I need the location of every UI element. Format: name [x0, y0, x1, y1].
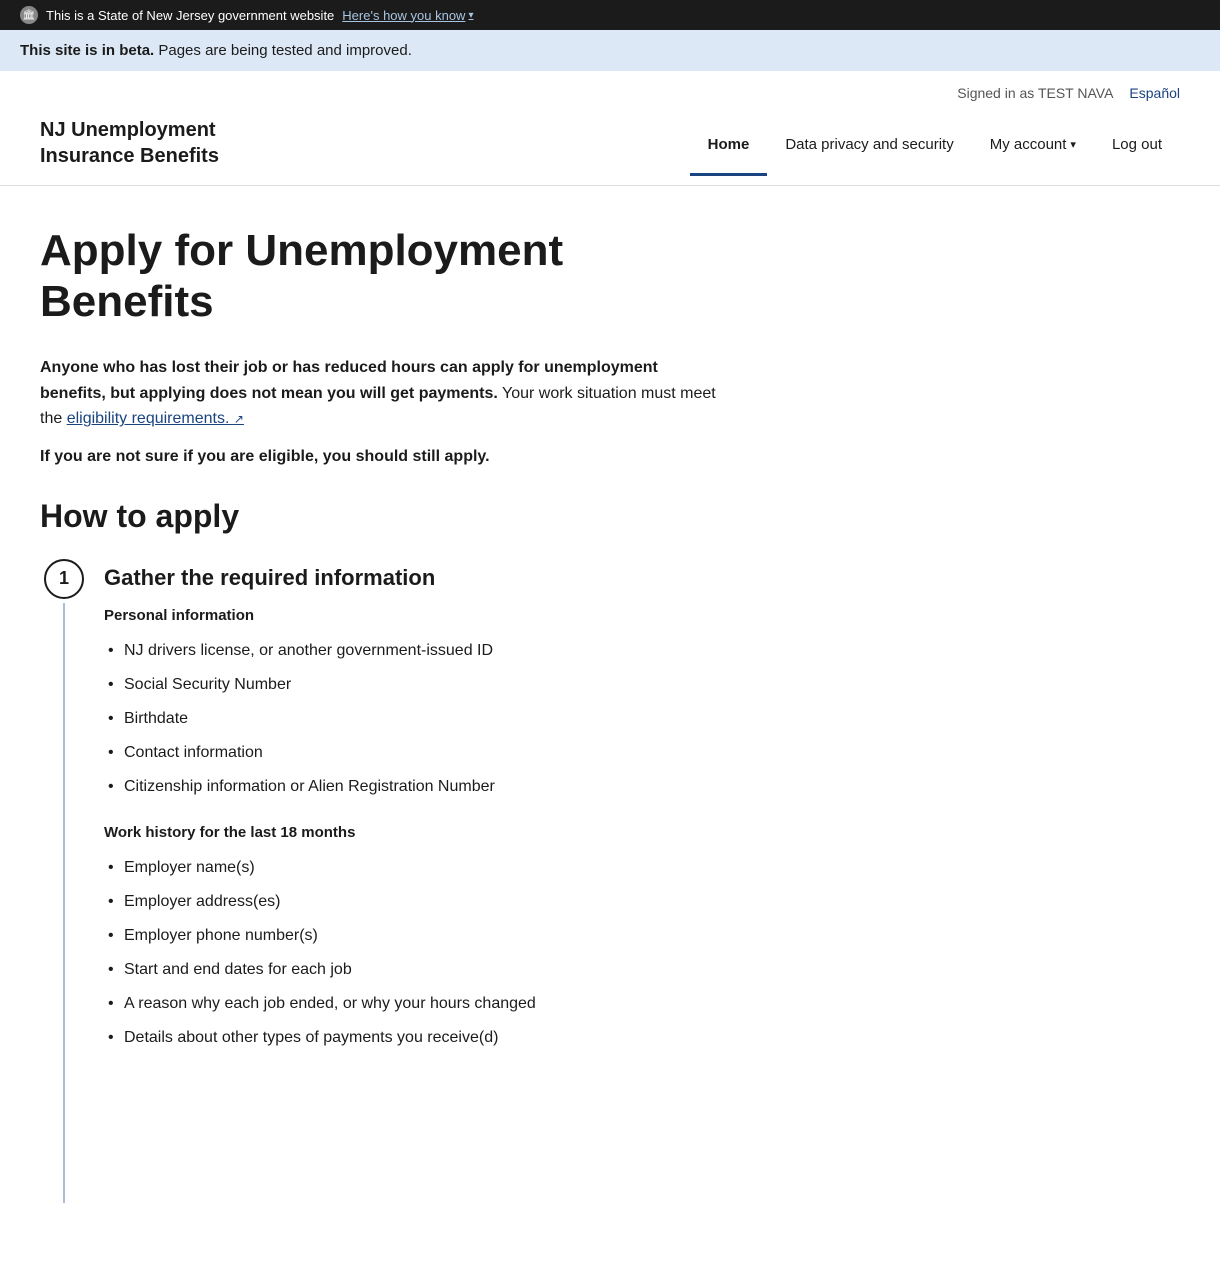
list-item: Contact information [104, 736, 720, 770]
step-content: Gather the required information Personal… [88, 559, 720, 1075]
beta-bold: This site is in beta. [20, 42, 154, 59]
page-title: Apply for Unemployment Benefits [40, 226, 720, 327]
beta-banner: This site is in beta. Pages are being te… [0, 30, 1220, 71]
espanol-link[interactable]: Español [1129, 85, 1180, 101]
list-item: Social Security Number [104, 668, 720, 702]
how-know-link[interactable]: Here's how you know ▾ [342, 8, 473, 23]
header-top: Signed in as TEST NAVA Español [40, 71, 1180, 105]
gov-banner: 🏛 This is a State of New Jersey governme… [0, 0, 1220, 30]
main-content: Apply for Unemployment Benefits Anyone w… [0, 186, 760, 1263]
header-bottom: NJ Unemployment Insurance Benefits Home … [40, 105, 1180, 185]
list-item: Birthdate [104, 702, 720, 736]
main-nav: Home Data privacy and security My accoun… [690, 115, 1180, 175]
list-item: A reason why each job ended, or why your… [104, 987, 720, 1021]
step-line [63, 603, 65, 1203]
eligibility-note: If you are not sure if you are eligible,… [40, 448, 720, 466]
step-heading: Gather the required information [104, 559, 720, 591]
step-number: 1 [44, 559, 84, 599]
nav-my-account[interactable]: My account ▾ [972, 116, 1094, 176]
work-history-list: Employer name(s) Employer address(es) Em… [104, 851, 720, 1055]
nav-log-out[interactable]: Log out [1094, 116, 1180, 176]
nav-home[interactable]: Home [690, 116, 768, 176]
chevron-down-icon: ▾ [468, 10, 473, 21]
work-history-heading: Work history for the last 18 months [104, 824, 720, 841]
list-item: NJ drivers license, or another governmen… [104, 634, 720, 668]
how-to-apply-heading: How to apply [40, 498, 720, 535]
eligibility-link[interactable]: eligibility requirements. ↗ [67, 410, 244, 427]
personal-info-list: NJ drivers license, or another governmen… [104, 634, 720, 804]
list-item: Details about other types of payments yo… [104, 1021, 720, 1055]
step-left: 1 [40, 559, 88, 1203]
beta-text: Pages are being tested and improved. [154, 42, 412, 59]
intro-paragraph: Anyone who has lost their job or has red… [40, 355, 720, 432]
site-header: Signed in as TEST NAVA Español NJ Unempl… [0, 71, 1220, 186]
list-item: Employer address(es) [104, 885, 720, 919]
list-item: Employer name(s) [104, 851, 720, 885]
nav-data-privacy[interactable]: Data privacy and security [767, 116, 971, 176]
signed-in-text: Signed in as TEST NAVA [957, 85, 1113, 101]
list-item: Employer phone number(s) [104, 919, 720, 953]
site-title: NJ Unemployment Insurance Benefits [40, 105, 219, 185]
personal-info-heading: Personal information [104, 607, 720, 624]
chevron-down-icon: ▾ [1070, 138, 1076, 151]
external-link-icon: ↗ [234, 412, 244, 426]
gov-banner-text: This is a State of New Jersey government… [46, 8, 334, 23]
nj-seal-icon: 🏛 [20, 6, 38, 24]
list-item: Citizenship information or Alien Registr… [104, 770, 720, 804]
step-1: 1 Gather the required information Person… [40, 559, 720, 1203]
